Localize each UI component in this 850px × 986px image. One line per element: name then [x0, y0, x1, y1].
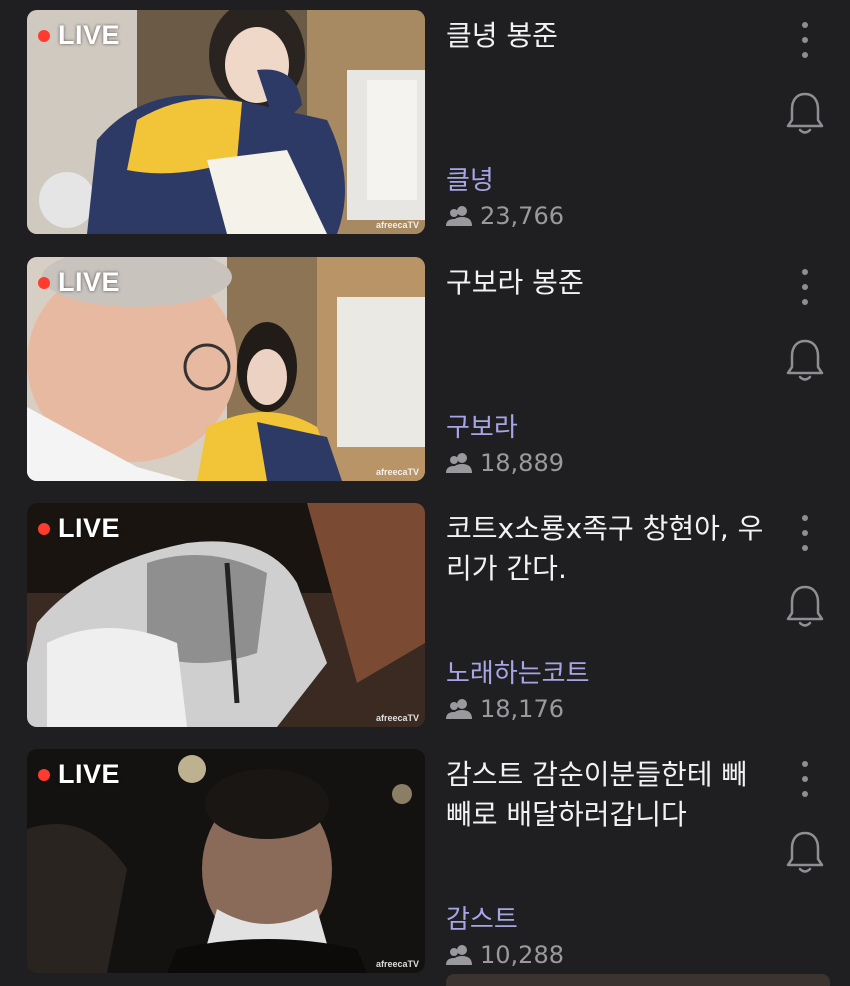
watermark: afreecaTV — [375, 959, 419, 969]
bell-icon[interactable] — [784, 90, 826, 136]
live-dot-icon — [38, 276, 50, 289]
more-vertical-icon[interactable] — [790, 267, 820, 307]
bell-icon[interactable] — [784, 829, 826, 875]
bell-icon[interactable] — [784, 337, 826, 383]
watermark: afreecaTV — [375, 467, 419, 477]
channel-name[interactable]: 클녕 — [446, 160, 494, 197]
people-icon — [446, 453, 472, 473]
viewer-count-value: 23,766 — [480, 202, 564, 230]
live-badge: LIVE — [38, 267, 120, 298]
stream-card[interactable]: LIVE afreecaTV 코트x소룡x족구 창현아, 우리가 간다. 노래하… — [0, 503, 850, 727]
stream-card[interactable]: LIVE afreecaTV 클녕 봉준 클녕 23,766 — [0, 10, 850, 234]
live-badge: LIVE — [38, 759, 120, 790]
channel-name[interactable]: 구보라 — [446, 407, 518, 444]
more-vertical-icon[interactable] — [790, 20, 820, 60]
stream-card[interactable]: LIVE afreecaTV 구보라 봉준 구보라 18,889 — [0, 257, 850, 481]
people-icon — [446, 945, 472, 965]
viewer-count-value: 18,889 — [480, 449, 564, 477]
stream-card[interactable]: LIVE afreecaTV 감스트 감순이분들한테 빼빼로 배달하러갑니다 감… — [0, 749, 850, 973]
people-icon — [446, 699, 472, 719]
viewer-count-value: 18,176 — [480, 695, 564, 723]
live-dot-icon — [38, 768, 50, 781]
stream-thumbnail[interactable]: LIVE afreecaTV — [27, 10, 425, 234]
live-badge: LIVE — [38, 20, 120, 51]
viewer-count-value: 10,288 — [480, 941, 564, 969]
viewer-count: 18,176 — [446, 695, 564, 723]
stream-thumbnail[interactable]: LIVE afreecaTV — [27, 503, 425, 727]
live-dot-icon — [38, 29, 50, 42]
viewer-count: 18,889 — [446, 449, 564, 477]
viewer-count: 23,766 — [446, 202, 564, 230]
live-label: LIVE — [58, 267, 121, 297]
stream-thumbnail[interactable]: LIVE afreecaTV — [27, 749, 425, 973]
watermark: afreecaTV — [375, 220, 419, 230]
live-badge: LIVE — [38, 513, 120, 544]
live-label: LIVE — [58, 20, 121, 50]
viewer-count: 10,288 — [446, 941, 564, 969]
next-stream-thumbnail-peek[interactable] — [446, 974, 830, 986]
bell-icon[interactable] — [784, 583, 826, 629]
stream-title[interactable]: 감스트 감순이분들한테 빼빼로 배달하러갑니다 — [446, 755, 766, 835]
stream-title[interactable]: 코트x소룡x족구 창현아, 우리가 간다. — [446, 509, 766, 589]
stream-list: LIVE afreecaTV 클녕 봉준 클녕 23,766 LIVE afre… — [0, 0, 850, 986]
stream-title[interactable]: 클녕 봉준 — [446, 16, 766, 56]
stream-title[interactable]: 구보라 봉준 — [446, 263, 766, 303]
channel-name[interactable]: 노래하는코트 — [446, 653, 590, 690]
stream-thumbnail[interactable]: LIVE afreecaTV — [27, 257, 425, 481]
live-label: LIVE — [58, 759, 121, 789]
more-vertical-icon[interactable] — [790, 759, 820, 799]
live-label: LIVE — [58, 513, 121, 543]
channel-name[interactable]: 감스트 — [446, 899, 518, 936]
watermark: afreecaTV — [375, 713, 419, 723]
more-vertical-icon[interactable] — [790, 513, 820, 553]
people-icon — [446, 206, 472, 226]
live-dot-icon — [38, 522, 50, 535]
